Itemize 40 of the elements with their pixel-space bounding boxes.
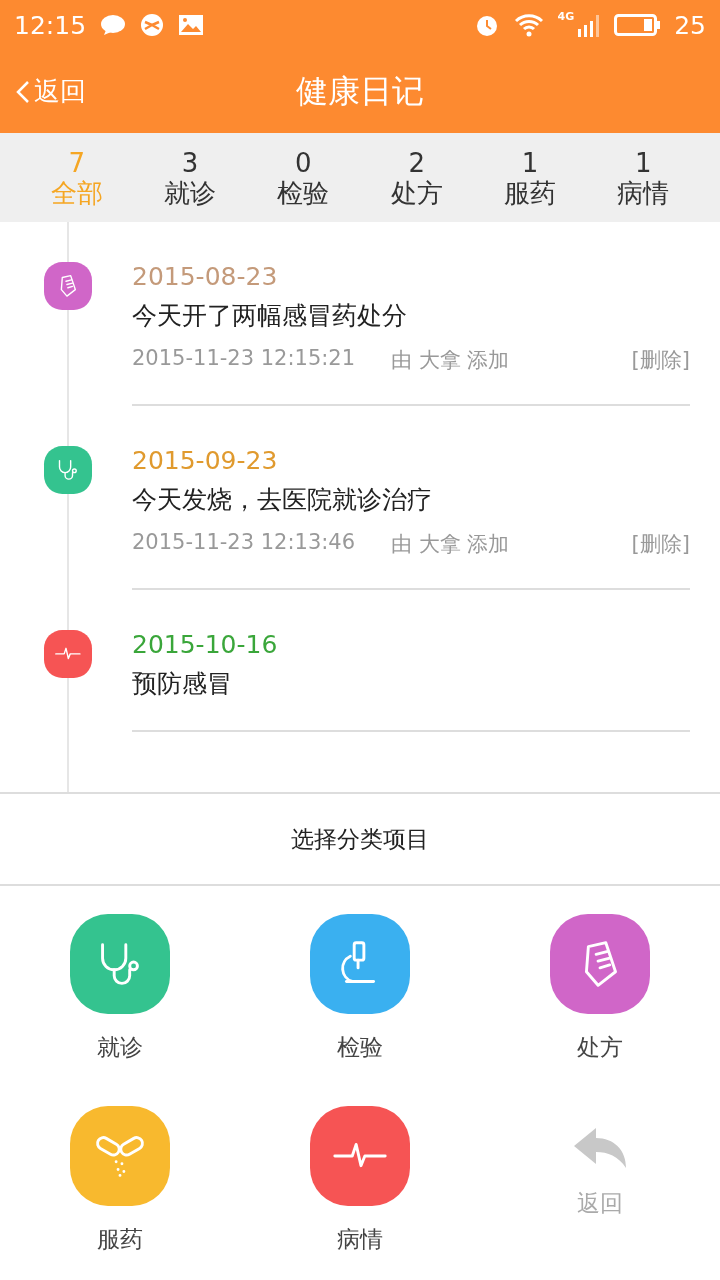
pills-icon (70, 1106, 170, 1206)
filter-tab[interactable]: 2 处方 (360, 133, 474, 222)
signal-icon (578, 13, 601, 37)
entry-author: 由 大拿 添加 (391, 347, 510, 374)
entry-text: 预防感冒 (132, 668, 233, 700)
battery-icon (614, 14, 661, 36)
pulse-icon (44, 630, 92, 678)
category-option[interactable]: 服药 (0, 1106, 240, 1280)
chevron-left-icon (16, 79, 30, 104)
pulse-icon (310, 1106, 410, 1206)
filter-tab[interactable]: 3 就诊 (133, 133, 247, 222)
entry-timestamp: 2015-11-23 12:15:21 (132, 346, 356, 372)
entry-author: 由 大拿 添加 (391, 531, 510, 558)
page-title: 健康日记 (296, 70, 424, 112)
entry-date: 2015-09-23 (132, 446, 279, 475)
image-icon (178, 14, 205, 36)
category-option[interactable]: 处方 (480, 914, 720, 1106)
stethoscope-icon (70, 914, 170, 1014)
wifi-icon (513, 13, 544, 37)
network-label: 4G (557, 10, 575, 23)
reply-arrow-icon (572, 1126, 628, 1170)
category-option[interactable]: 就诊 (0, 914, 240, 1106)
status-time: 12:15 (14, 10, 87, 40)
entry-timestamp: 2015-11-23 12:13:46 (132, 530, 356, 556)
filter-tab[interactable]: 1 病情 (586, 133, 700, 222)
entry-text: 今天发烧，去医院就诊治疗 (132, 484, 433, 516)
battery-level: 25 (674, 10, 706, 40)
chat-icon (100, 14, 127, 36)
scroll-icon (550, 914, 650, 1014)
entry-date: 2015-08-23 (132, 262, 279, 291)
scroll-icon (44, 262, 92, 310)
category-option[interactable]: 检验 (240, 914, 480, 1106)
category-option[interactable]: 病情 (240, 1106, 480, 1280)
filter-tab[interactable]: 1 服药 (473, 133, 587, 222)
entry-text: 今天开了两幅感冒药处分 (132, 300, 408, 332)
sheet-title: 选择分类项目 (0, 794, 720, 886)
microscope-icon (310, 914, 410, 1014)
filter-tab[interactable]: 0 检验 (246, 133, 360, 222)
stethoscope-icon (44, 446, 92, 494)
entry-date: 2015-10-16 (132, 630, 279, 659)
